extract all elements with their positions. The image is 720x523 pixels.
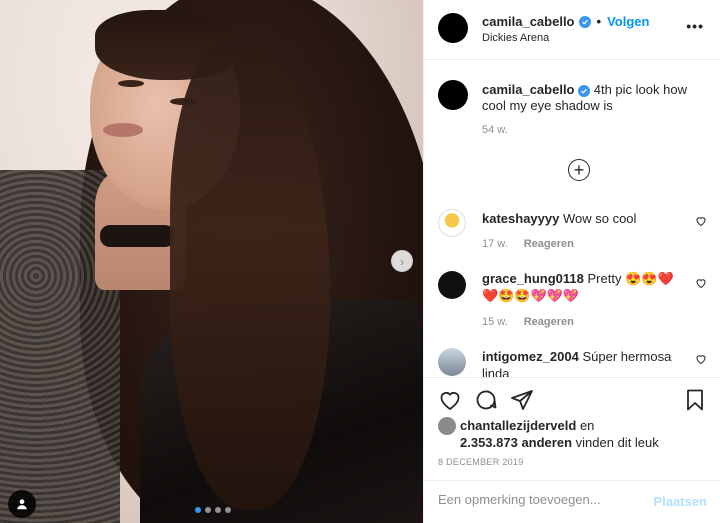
avatar[interactable] — [438, 348, 466, 376]
comment-meta: 17 w. Reageren — [482, 238, 574, 250]
user-tag-icon[interactable] — [8, 490, 36, 518]
photo-lips — [103, 123, 143, 137]
comment-text: grace_hung0118 Pretty 😍😍❤️ ❤️🤩🤩💖💖💖 — [482, 270, 682, 304]
share-icon[interactable] — [510, 388, 534, 412]
avatar[interactable] — [438, 209, 466, 237]
comment-body: Wow so cool — [562, 211, 637, 226]
comment-item: intigomez_2004 Súper hermosa linda — [424, 345, 720, 377]
post-photo[interactable]: › — [0, 0, 423, 523]
post-details-panel: camila_cabello • Volgen Dickies Arena ••… — [423, 0, 720, 523]
comment-text: kateshayyyy Wow so cool — [482, 210, 682, 227]
likes-line-2: 2.353.873 anderen vinden dit leuk — [460, 435, 659, 450]
comment-username[interactable]: grace_hung0118 — [482, 271, 584, 286]
next-arrow-icon[interactable]: › — [391, 250, 413, 272]
separator-dot: • — [596, 14, 602, 29]
avatar[interactable] — [438, 13, 468, 43]
heart-icon[interactable] — [695, 215, 707, 230]
post-date[interactable]: 8 DECEMBER 2019 — [438, 457, 524, 467]
avatar[interactable] — [438, 271, 466, 299]
photo-choker — [100, 225, 175, 247]
reply-button[interactable]: Reageren — [524, 316, 574, 328]
comment-username[interactable]: intigomez_2004 — [482, 349, 579, 364]
caption-text: camila_cabello 4th pic look how cool my … — [482, 82, 712, 114]
comment-username[interactable]: kateshayyyy — [482, 211, 559, 226]
caption-username[interactable]: camila_cabello — [482, 82, 575, 97]
bookmark-icon[interactable] — [683, 388, 707, 412]
carousel-dot — [225, 507, 231, 513]
action-bar — [424, 377, 720, 419]
verified-icon — [578, 15, 591, 28]
comment-input[interactable] — [438, 492, 638, 507]
avatar[interactable] — [438, 417, 456, 435]
post-comment-button[interactable]: Plaatsen — [654, 494, 707, 509]
avatar[interactable] — [438, 80, 468, 110]
follow-button[interactable]: Volgen — [607, 14, 649, 29]
verified-icon — [578, 85, 591, 97]
comment-meta: 15 w. Reageren — [482, 316, 574, 328]
comment-icon[interactable] — [474, 388, 498, 412]
carousel-indicator — [195, 507, 231, 513]
carousel-dot — [215, 507, 221, 513]
photo-eye-left — [118, 80, 144, 87]
post-username[interactable]: camila_cabello — [482, 14, 575, 29]
carousel-dot — [205, 507, 211, 513]
post-header: camila_cabello • Volgen Dickies Arena ••… — [424, 0, 720, 60]
post-location[interactable]: Dickies Arena — [482, 32, 549, 44]
header-username-row: camila_cabello • Volgen — [482, 14, 649, 29]
heart-icon[interactable] — [695, 353, 707, 368]
likes-count[interactable]: 2.353.873 anderen — [460, 435, 572, 450]
more-icon[interactable]: ••• — [686, 18, 704, 34]
likes-suffix: vinden dit leuk — [575, 435, 659, 450]
comment-time[interactable]: 15 w. — [482, 316, 508, 328]
liked-by-username[interactable]: chantallezijderveld — [460, 418, 576, 433]
heart-icon[interactable] — [695, 277, 707, 292]
reply-button[interactable]: Reageren — [524, 238, 574, 250]
comment-time[interactable]: 17 w. — [482, 238, 508, 250]
likes-connector: en — [579, 418, 595, 433]
carousel-dot — [195, 507, 201, 513]
caption-time[interactable]: 54 w. — [482, 124, 508, 136]
likes-line-1: chantallezijderveld en — [460, 418, 594, 433]
add-comment-bar: Plaatsen — [424, 480, 720, 523]
comment-text: intigomez_2004 Súper hermosa linda — [482, 348, 682, 377]
heart-icon[interactable] — [438, 388, 462, 412]
plus-circle-icon[interactable]: + — [568, 159, 590, 181]
